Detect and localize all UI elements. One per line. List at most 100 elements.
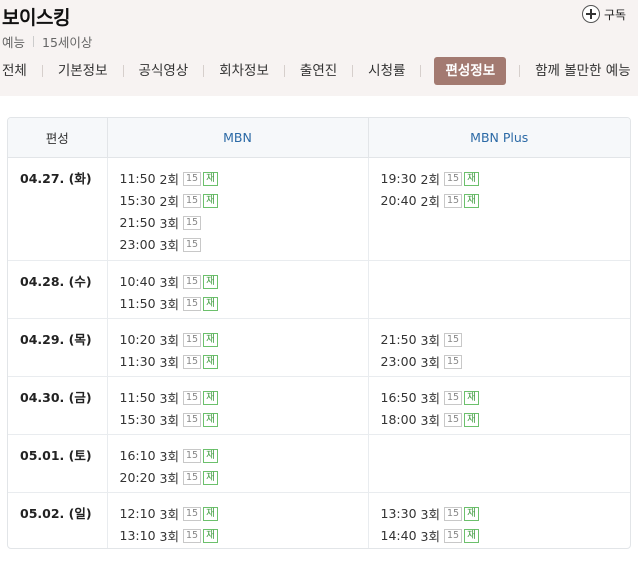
- subscribe-label: 구독: [604, 7, 627, 22]
- mbn-slots-cell: 11:50 2회 15 재 15:30 2회 15 재 21:50 3회 15 23:00 3회 15: [107, 157, 369, 260]
- broadcast-slot: 11:30 3회 15 재: [120, 351, 368, 373]
- mbn-slots-cell: 10:40 3회 15 재 11:50 3회 15 재: [107, 259, 369, 318]
- subscribe-button[interactable]: 구독: [582, 4, 626, 24]
- slot-time: 13:30: [380, 506, 417, 521]
- age-rating-badge: 15: [182, 193, 202, 208]
- tab-3[interactable]: 회차정보: [217, 57, 271, 85]
- rerun-badge: 재: [203, 448, 218, 463]
- slot-episode: 3회: [159, 238, 179, 253]
- table-row: 05.01. (토) 16:10 3회 15 재 20:20 3회 15 재: [8, 433, 630, 492]
- slot-time: 14:40: [380, 528, 417, 543]
- slot-time: 11:30: [119, 354, 156, 369]
- program-meta: 예능 15세이상: [2, 32, 92, 51]
- slot-episode: 3회: [159, 333, 179, 348]
- age-rating-badge: 15: [443, 193, 463, 208]
- age-rating-badge: 15: [182, 237, 202, 252]
- broadcast-slot: 10:40 3회 15 재: [120, 271, 368, 293]
- slot-episode: 3회: [159, 413, 179, 428]
- slot-time: 13:10: [119, 528, 156, 543]
- age-rating-badge: 15: [182, 354, 202, 369]
- slot-time: 15:30: [119, 193, 156, 208]
- tab-divider: [420, 65, 422, 77]
- mbn-slots-cell: 11:50 3회 15 재 15:30 3회 15 재: [107, 375, 369, 434]
- tab-divider: [519, 65, 521, 77]
- day-cell: 04.27. (화): [8, 157, 108, 260]
- rerun-badge: 재: [464, 390, 479, 405]
- age-rating-badge: 15: [182, 390, 202, 405]
- tab-1[interactable]: 기본정보: [56, 57, 110, 85]
- mbn-plus-slots-cell: 13:30 3회 15 재 14:40 3회 15 재: [368, 491, 631, 548]
- slot-time: 10:40: [119, 274, 156, 289]
- genre-label: 예능: [2, 35, 26, 50]
- tab-4[interactable]: 출연진: [298, 57, 339, 85]
- age-rating-badge: 15: [182, 470, 202, 485]
- day-cell: 05.01. (토): [8, 433, 108, 492]
- slot-episode: 3회: [159, 449, 179, 464]
- broadcast-slot: 23:00 3회 15: [120, 234, 368, 256]
- slot-time: 11:50: [119, 296, 156, 311]
- slot-time: 21:50: [119, 215, 156, 230]
- slot-time: 23:00: [380, 354, 417, 369]
- slot-time: 18:00: [380, 412, 417, 427]
- tab-2[interactable]: 공식영상: [137, 57, 191, 85]
- rerun-badge: 재: [464, 171, 479, 186]
- broadcast-slot: 11:50 3회 15 재: [120, 387, 368, 409]
- slot-time: 16:50: [380, 390, 417, 405]
- rerun-badge: 재: [203, 296, 218, 311]
- broadcast-slot: 18:00 3회 15 재: [381, 409, 631, 431]
- column-header-mbn-plus: MBN Plus: [368, 118, 630, 158]
- tab-0[interactable]: 전체: [0, 57, 29, 85]
- mbn-slots-cell: 10:20 3회 15 재 11:30 3회 15 재: [107, 317, 369, 376]
- mbn-plus-slots-cell: [368, 433, 630, 492]
- age-rating-badge: 15: [443, 506, 463, 521]
- schedule-table: 편성 MBN MBN Plus 04.27. (화) 11:50 2회 15 재 15:3…: [7, 117, 631, 549]
- rerun-badge: 재: [464, 528, 479, 543]
- broadcast-slot: 16:10 3회 15 재: [120, 445, 368, 467]
- tab-6[interactable]: 편성정보: [434, 57, 507, 85]
- slot-episode: 3회: [420, 413, 440, 428]
- slot-time: 16:10: [119, 448, 156, 463]
- slot-episode: 3회: [420, 391, 440, 406]
- mbn-plus-slots-cell: 19:30 2회 15 재 20:40 2회 15 재: [368, 157, 630, 260]
- mbn-slots-cell: 12:10 3회 15 재 13:10 3회 15 재: [107, 491, 369, 548]
- age-rating-badge: 15: [182, 332, 202, 347]
- age-rating-badge: 15: [443, 390, 463, 405]
- rating-label: 15세이상: [42, 35, 93, 50]
- tab-5[interactable]: 시청률: [366, 57, 407, 85]
- tab-bar: 전체 기본정보 공식영상 회차정보 출연진 시청률 편성정보 함께 볼만한 예능: [0, 57, 638, 85]
- slot-time: 11:50: [119, 390, 156, 405]
- slot-time: 20:40: [380, 193, 417, 208]
- broadcast-slot: 13:30 3회 15 재: [381, 503, 631, 525]
- slot-episode: 3회: [420, 333, 440, 348]
- rerun-badge: 재: [203, 412, 218, 427]
- broadcast-slot: 11:50 2회 15 재: [120, 168, 368, 190]
- slot-time: 15:30: [119, 412, 156, 427]
- day-cell: 04.29. (목): [8, 317, 108, 376]
- rerun-badge: 재: [464, 193, 479, 208]
- age-rating-badge: 15: [182, 448, 202, 463]
- rerun-badge: 재: [203, 171, 218, 186]
- broadcast-slot: 16:50 3회 15 재: [381, 387, 631, 409]
- meta-divider: [33, 36, 35, 47]
- age-rating-badge: 15: [443, 528, 463, 543]
- program-title: 보이스킹: [2, 7, 70, 29]
- age-rating-badge: 15: [182, 171, 202, 186]
- rerun-badge: 재: [203, 506, 218, 521]
- table-row: 05.02. (일) 12:10 3회 15 재 13:10 3회 15 재 13:30 3회 15 재…: [8, 491, 631, 548]
- tab-divider: [203, 65, 205, 77]
- tab-7[interactable]: 함께 볼만한 예능: [533, 57, 633, 85]
- program-header: 보이스킹 구독 예능 15세이상 전체 기본정보 공식영상 회차정보 출연진 시청률 편성정…: [0, 0, 638, 96]
- slot-episode: 3회: [159, 471, 179, 486]
- tab-divider: [122, 65, 124, 77]
- slot-time: 19:30: [380, 171, 417, 186]
- table-row: 04.30. (금) 11:50 3회 15 재 15:30 3회 15 재 16:50 3회 15 재…: [8, 375, 631, 434]
- slot-episode: 3회: [159, 216, 179, 231]
- rerun-badge: 재: [203, 332, 218, 347]
- slot-episode: 3회: [159, 275, 179, 290]
- table-row: 04.27. (화) 11:50 2회 15 재 15:30 2회 15 재 21:50 3회 15 2…: [8, 157, 630, 260]
- slot-episode: 3회: [159, 529, 179, 544]
- broadcast-slot: 19:30 2회 15 재: [381, 168, 631, 190]
- broadcast-slot: 15:30 3회 15 재: [120, 409, 368, 431]
- age-rating-badge: 15: [182, 412, 202, 427]
- slot-episode: 3회: [420, 355, 440, 370]
